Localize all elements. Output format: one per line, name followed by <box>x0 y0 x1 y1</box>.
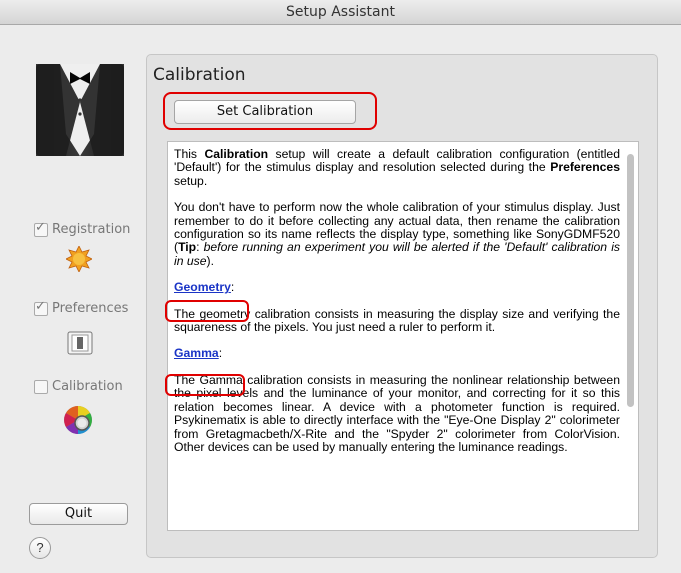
gamma-link[interactable]: Gamma <box>174 346 219 360</box>
tuxedo-logo-icon <box>36 64 124 156</box>
step-registration[interactable]: Registration <box>34 220 131 237</box>
geometry-highlight <box>165 300 249 322</box>
gamma-heading: Gamma: <box>174 346 223 361</box>
calibration-checkbox[interactable] <box>34 379 48 394</box>
color-wheel-icon <box>62 404 96 443</box>
intro-paragraph: This Calibration setup will create a def… <box>174 147 620 188</box>
description-textbox: This Calibration setup will create a def… <box>167 141 639 531</box>
window-title: Setup Assistant <box>0 0 681 25</box>
gamma-highlight <box>165 374 245 396</box>
set-calibration-highlight <box>163 92 377 130</box>
switch-icon <box>67 331 93 360</box>
geometry-heading: Geometry: <box>174 280 235 295</box>
details-paragraph: You don't have to perform now the whole … <box>174 200 620 268</box>
badge-icon <box>65 245 93 277</box>
page-title: Calibration <box>153 65 246 85</box>
preferences-checkbox[interactable] <box>34 299 48 316</box>
quit-button[interactable]: Quit <box>29 503 128 525</box>
setup-assistant-window: Setup Assistant Registration <box>0 0 681 573</box>
step-label: Calibration <box>52 379 123 394</box>
vertical-scrollbar[interactable] <box>627 154 634 407</box>
step-label: Registration <box>52 222 131 237</box>
geometry-link[interactable]: Geometry <box>174 280 231 294</box>
help-button[interactable]: ? <box>29 537 51 559</box>
registration-checkbox[interactable] <box>34 220 48 237</box>
step-calibration[interactable]: Calibration <box>34 379 123 394</box>
step-preferences[interactable]: Preferences <box>34 299 129 316</box>
step-label: Preferences <box>52 301 129 316</box>
